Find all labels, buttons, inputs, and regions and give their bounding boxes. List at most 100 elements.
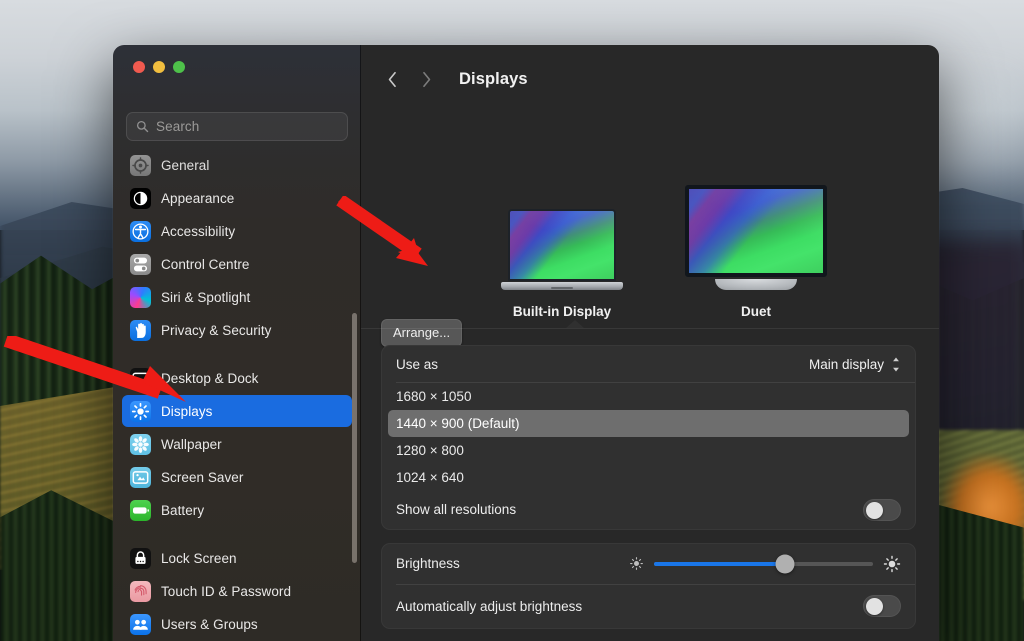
sidebar-scroll-area[interactable]: General Appearance Accessibility Control… <box>113 149 361 641</box>
window-traffic-lights <box>133 61 185 73</box>
brightness-track[interactable] <box>654 554 873 573</box>
sidebar-item-control-centre[interactable]: Control Centre <box>122 248 352 280</box>
chevron-left-icon <box>388 71 396 87</box>
display-picker: Arrange... Built-in Display Duet <box>361 113 939 347</box>
sidebar-item-desktop-dock[interactable]: Desktop & Dock <box>122 362 352 394</box>
sidebar-scrollbar[interactable] <box>352 313 357 563</box>
search-placeholder: Search <box>156 119 200 134</box>
stepper-icon <box>893 357 899 371</box>
sidebar-item-label: Siri & Spotlight <box>161 289 251 305</box>
chevron-right-icon <box>422 71 430 87</box>
brightness-row: Brightness <box>382 544 915 584</box>
accessibility-icon <box>130 220 151 242</box>
sidebar-item-users-groups[interactable]: Users & Groups <box>122 608 352 640</box>
back-button[interactable] <box>377 64 407 94</box>
sidebar-item-displays[interactable]: Displays <box>122 395 352 427</box>
battery-icon <box>130 499 151 521</box>
brightness-high-icon <box>883 555 901 572</box>
use-as-value: Main display <box>808 356 884 372</box>
show-all-resolutions-row: Show all resolutions <box>382 491 915 529</box>
sidebar-item-label: Accessibility <box>161 223 236 239</box>
touch-id-icon <box>130 580 151 602</box>
resolution-item-selected[interactable]: 1440 × 900 (Default) <box>388 409 909 437</box>
resolution-item[interactable]: 1024 × 640 <box>388 464 909 491</box>
page-title: Displays <box>459 69 528 88</box>
monitor-wallpaper-preview <box>689 189 823 273</box>
sidebar-item-label: Desktop & Dock <box>161 370 259 386</box>
brightness-low-icon <box>630 557 643 570</box>
gear-icon <box>130 154 151 176</box>
sidebar-item-touch-id-password[interactable]: Touch ID & Password <box>122 575 352 607</box>
control-centre-icon <box>130 253 151 275</box>
sidebar: Search General Appearance Accessibility … <box>113 45 361 641</box>
wallpaper-icon <box>130 433 151 455</box>
desktop-dock-icon <box>130 367 151 389</box>
settings-content: Use as Main display 1680 × 1050 1440 × 9… <box>361 329 939 641</box>
show-all-resolutions-toggle[interactable] <box>863 498 901 521</box>
sidebar-item-wallpaper[interactable]: Wallpaper <box>122 428 352 460</box>
sidebar-item-lock-screen[interactable]: Lock Screen <box>122 542 352 574</box>
sidebar-divider <box>113 347 361 362</box>
sidebar-group-1: General Appearance Accessibility Control… <box>113 149 361 346</box>
sidebar-item-label: Privacy & Security <box>161 322 272 338</box>
show-all-resolutions-label: Show all resolutions <box>396 502 517 517</box>
sidebar-item-label: General <box>161 157 210 173</box>
search-icon <box>136 120 149 133</box>
main-panel: Displays Arrange... Built-in Display Due… <box>361 45 939 641</box>
auto-brightness-toggle[interactable] <box>863 595 901 617</box>
display-option-duet[interactable]: Duet <box>685 185 827 319</box>
screen-saver-icon <box>130 466 151 488</box>
display-option-built-in[interactable]: Built-in Display <box>501 209 623 319</box>
brightness-slider[interactable] <box>629 554 901 573</box>
search-input[interactable]: Search <box>126 112 348 141</box>
siri-icon <box>130 286 151 308</box>
users-icon <box>130 613 151 635</box>
display-name: Built-in Display <box>512 304 612 319</box>
displays-icon <box>130 400 151 422</box>
monitor-thumbnail <box>685 185 827 290</box>
sidebar-item-label: Touch ID & Password <box>161 583 292 599</box>
sidebar-item-battery[interactable]: Battery <box>122 494 352 526</box>
resolution-list[interactable]: 1680 × 1050 1440 × 900 (Default) 1280 × … <box>382 383 915 491</box>
auto-brightness-row: Automatically adjust brightness <box>382 584 915 628</box>
use-as-popup-button[interactable]: Main display <box>809 356 901 373</box>
laptop-wallpaper-preview <box>510 211 614 279</box>
sidebar-group-3: Lock Screen Touch ID & Password Users & … <box>113 542 361 640</box>
auto-brightness-label: Automatically adjust brightness <box>396 598 583 614</box>
sidebar-item-label: Displays <box>161 403 213 419</box>
main-header: Displays <box>361 45 939 113</box>
sidebar-item-general[interactable]: General <box>122 149 352 181</box>
system-settings-window: Search General Appearance Accessibility … <box>113 45 939 641</box>
forward-button[interactable] <box>411 64 441 94</box>
sidebar-item-accessibility[interactable]: Accessibility <box>122 215 352 247</box>
sidebar-item-label: Wallpaper <box>161 436 222 452</box>
lock-icon <box>130 547 151 569</box>
minimize-button[interactable] <box>153 61 165 73</box>
laptop-thumbnail <box>501 209 623 290</box>
use-as-label: Use as <box>396 356 439 372</box>
sidebar-divider <box>113 527 361 542</box>
sidebar-item-label: Screen Saver <box>161 469 244 485</box>
sidebar-item-screen-saver[interactable]: Screen Saver <box>122 461 352 493</box>
appearance-icon <box>130 187 151 209</box>
sidebar-item-label: Appearance <box>161 190 235 206</box>
sidebar-item-label: Control Centre <box>161 256 250 272</box>
sidebar-item-appearance[interactable]: Appearance <box>122 182 352 214</box>
brightness-card: Brightness Automatically adjust brightne… <box>381 542 916 629</box>
display-name: Duet <box>741 304 771 319</box>
resolution-item[interactable]: 1680 × 1050 <box>388 383 909 410</box>
sidebar-item-label: Battery <box>161 502 205 518</box>
sidebar-item-label: Users & Groups <box>161 616 258 632</box>
displays-row: Built-in Display Duet <box>501 185 861 319</box>
sidebar-group-2: Desktop & Dock Displays Wallpaper Screen… <box>113 362 361 526</box>
sidebar-item-privacy-security[interactable]: Privacy & Security <box>122 314 352 346</box>
sidebar-item-siri-spotlight[interactable]: Siri & Spotlight <box>122 281 352 313</box>
resolution-item[interactable]: 1280 × 800 <box>388 437 909 464</box>
brightness-label: Brightness <box>396 556 460 571</box>
close-button[interactable] <box>133 61 145 73</box>
use-as-row[interactable]: Use as Main display <box>382 346 915 382</box>
maximize-button[interactable] <box>173 61 185 73</box>
display-settings-card: Use as Main display 1680 × 1050 1440 × 9… <box>381 345 916 530</box>
privacy-icon <box>130 319 151 341</box>
selected-display-caret <box>566 320 584 328</box>
